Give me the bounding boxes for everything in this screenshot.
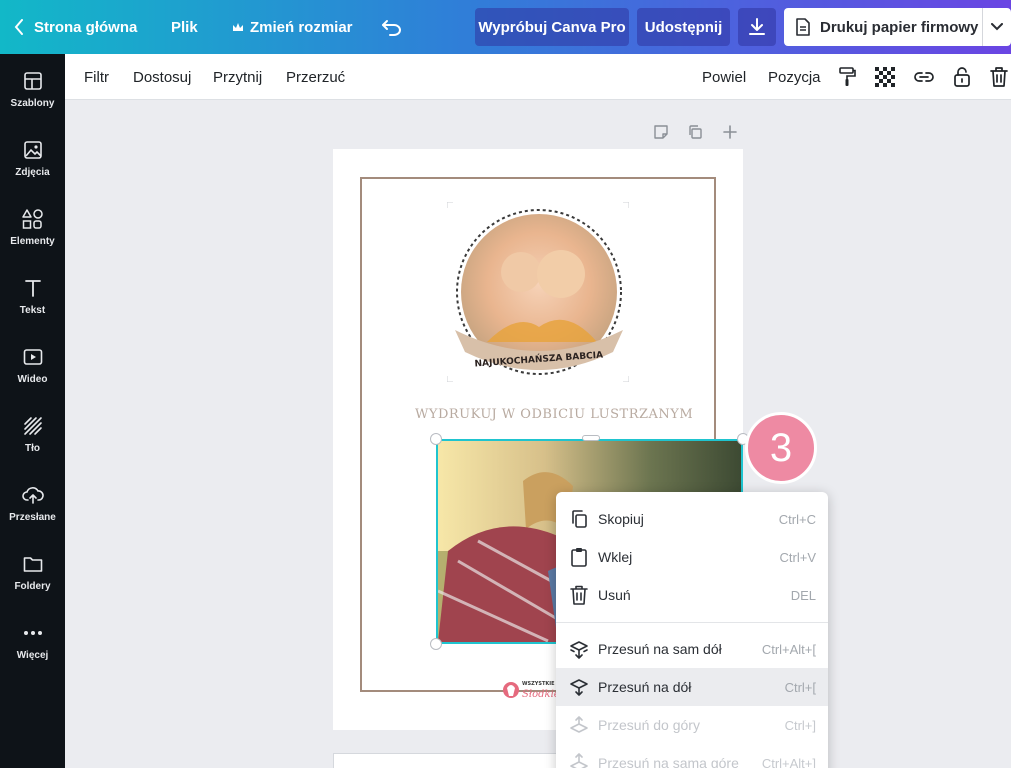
upload-icon xyxy=(21,484,44,506)
sidebar-item-label: Przesłane xyxy=(9,512,56,523)
duplicate-button[interactable]: Powiel xyxy=(702,54,746,100)
trash-icon xyxy=(568,584,590,606)
sidebar-item-label: Tekst xyxy=(19,305,46,316)
document-icon xyxy=(796,18,810,36)
print-label: Drukuj papier firmowy xyxy=(820,18,979,36)
menu-divider xyxy=(556,622,828,623)
resize-label: Zmień rozmiar xyxy=(250,18,353,36)
link-icon[interactable] xyxy=(912,65,936,89)
adjust-button[interactable]: Dostosuj xyxy=(133,54,191,100)
add-note-button[interactable] xyxy=(650,121,672,143)
photos-icon xyxy=(22,139,44,161)
elements-icon xyxy=(21,208,44,230)
sidebar-item-label: Tło xyxy=(25,443,40,454)
bring-to-front-icon xyxy=(568,752,590,768)
background-icon xyxy=(22,415,44,437)
circle-badge-graphic[interactable]: NAJUKOCHAŃSZA BABCIA xyxy=(446,201,630,383)
logo-script: Słodkie xyxy=(522,689,558,700)
note-icon xyxy=(653,124,669,140)
folder-icon xyxy=(22,553,44,575)
add-page-button[interactable] xyxy=(719,121,741,143)
step-number-badge: 3 xyxy=(745,412,817,484)
menu-item-bring-forward[interactable]: Przesuń do góry Ctrl+] xyxy=(556,706,828,744)
plus-icon xyxy=(723,125,737,139)
home-label: Strona główna xyxy=(34,18,138,36)
transparency-icon[interactable] xyxy=(873,65,897,89)
resize-handle-top-left[interactable] xyxy=(430,433,442,445)
flip-button[interactable]: Przerzuć xyxy=(286,54,345,100)
resize-handle-top[interactable] xyxy=(582,435,600,441)
sidebar-item-label: Zdjęcia xyxy=(15,167,50,178)
download-button[interactable] xyxy=(738,8,776,46)
more-icon xyxy=(22,622,44,644)
mirror-print-text[interactable]: WYDRUKUJ W ODBICIU LUSTRZANYM xyxy=(415,407,693,422)
text-icon xyxy=(22,277,44,299)
sidebar-item-label: Szablony xyxy=(10,98,55,109)
file-menu[interactable]: Plik xyxy=(171,0,198,54)
paste-icon xyxy=(568,546,590,568)
send-to-back-icon xyxy=(568,638,590,660)
sidebar-item-label: Więcej xyxy=(16,650,49,661)
resize-handle-bottom-left[interactable] xyxy=(430,638,442,650)
paint-roller-icon[interactable] xyxy=(835,65,859,89)
bring-forward-icon xyxy=(568,714,590,736)
sidebar-item-uploads[interactable]: Przesłane xyxy=(0,482,65,546)
sidebar-item-photos[interactable]: Zdjęcia xyxy=(0,137,65,201)
sidebar-item-label: Wideo xyxy=(17,374,48,385)
sidebar-item-folders[interactable]: Foldery xyxy=(0,551,65,615)
sidebar-item-elements[interactable]: Elementy xyxy=(0,206,65,270)
filter-button[interactable]: Filtr xyxy=(84,54,109,100)
send-backward-icon xyxy=(568,676,590,698)
logo-text: WSZYSTKIE xyxy=(522,681,555,687)
menu-item-send-to-back[interactable]: Przesuń na sam dół Ctrl+Alt+[ xyxy=(556,630,828,668)
menu-item-copy[interactable]: Skopiuj Ctrl+C xyxy=(556,500,828,538)
resize-button[interactable]: Zmień rozmiar xyxy=(232,0,353,54)
video-icon xyxy=(22,346,44,368)
download-icon xyxy=(748,17,766,37)
undo-button[interactable] xyxy=(381,0,403,54)
chevron-left-icon xyxy=(14,19,24,35)
menu-item-bring-to-front[interactable]: Przesuń na samą górę Ctrl+Alt+] xyxy=(556,744,828,768)
lock-icon[interactable] xyxy=(950,65,974,89)
sidebar-item-video[interactable]: Wideo xyxy=(0,344,65,408)
print-button[interactable]: Drukuj papier firmowy xyxy=(784,8,982,46)
image-toolbar: Filtr Dostosuj Przytnij Przerzuć Powiel … xyxy=(65,54,1011,100)
crown-icon xyxy=(232,22,244,33)
templates-icon xyxy=(22,70,44,92)
sidebar-item-background[interactable]: Tło xyxy=(0,413,65,477)
crop-button[interactable]: Przytnij xyxy=(213,54,262,100)
chevron-down-icon xyxy=(991,23,1003,31)
sidebar-item-label: Elementy xyxy=(10,236,55,247)
menu-item-send-backward[interactable]: Przesuń na dół Ctrl+[ xyxy=(556,668,828,706)
context-menu: Skopiuj Ctrl+C Wklej Ctrl+V Usuń DEL Prz… xyxy=(556,492,828,768)
duplicate-page-button[interactable] xyxy=(684,121,706,143)
sidebar-item-text[interactable]: Tekst xyxy=(0,275,65,339)
brand-logo: WSZYSTKIE Słodkie xyxy=(502,676,560,702)
position-button[interactable]: Pozycja xyxy=(768,54,821,100)
home-button[interactable]: Strona główna xyxy=(14,0,137,54)
share-button[interactable]: Udostępnij xyxy=(637,8,730,46)
sidebar: Szablony Zdjęcia Elementy Tekst Wideo Tł… xyxy=(0,54,65,768)
trash-icon[interactable] xyxy=(987,65,1011,89)
sidebar-item-more[interactable]: Więcej xyxy=(0,620,65,684)
sidebar-item-label: Foldery xyxy=(14,581,51,592)
top-bar: Strona główna Plik Zmień rozmiar Wypróbu… xyxy=(0,0,1011,54)
try-pro-button[interactable]: Wypróbuj Canva Pro xyxy=(475,8,629,46)
sidebar-item-templates[interactable]: Szablony xyxy=(0,68,65,132)
menu-item-paste[interactable]: Wklej Ctrl+V xyxy=(556,538,828,576)
undo-icon xyxy=(381,18,403,36)
copy-icon xyxy=(568,508,590,530)
duplicate-icon xyxy=(687,124,703,140)
menu-item-delete[interactable]: Usuń DEL xyxy=(556,576,828,614)
print-options-button[interactable] xyxy=(982,8,1011,46)
